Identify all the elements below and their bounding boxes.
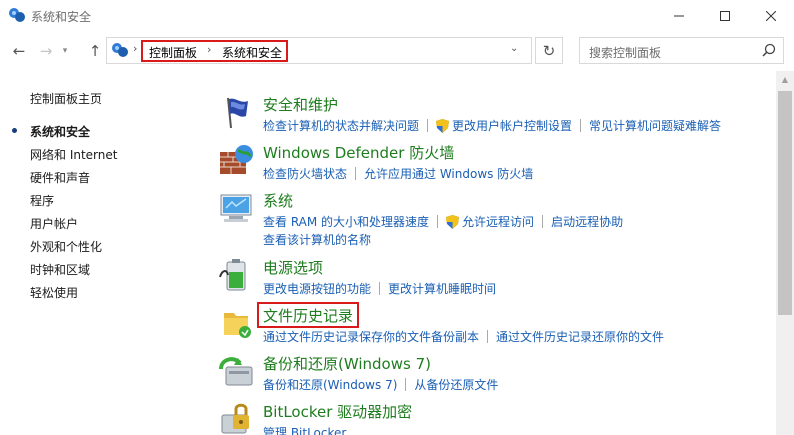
address-dropdown-icon[interactable]: ⌄ [510,43,518,54]
task-link[interactable]: 更改计算机睡眠时间 [388,280,496,297]
control-panel-icon [9,8,25,22]
refresh-button[interactable]: ↻ [535,37,563,64]
category-title[interactable]: 备份和还原(Windows 7) [263,353,431,374]
back-button[interactable]: ← [8,41,30,61]
task-link[interactable]: 备份和还原(Windows 7) [263,376,397,393]
search-placeholder: 搜索控制面板 [589,46,662,60]
category-title[interactable]: 文件历史记录 [263,305,353,326]
category-title[interactable]: 系统 [263,190,293,211]
category-title[interactable]: 电源选项 [263,257,323,278]
task-link[interactable]: 从备份还原文件 [414,376,498,393]
battery-icon [219,259,246,291]
arrow-left-icon: ← [12,42,26,60]
category-links: 备份和还原(Windows 7) 从备份还原文件 [263,376,498,393]
category-title[interactable]: Windows Defender 防火墙 [263,142,454,163]
firewall-icon [220,145,253,174]
task-link[interactable]: 查看该计算机的名称 [263,233,371,247]
divider [427,119,429,132]
breadcrumb-control-panel[interactable]: 控制面板 [149,44,197,61]
divider [580,119,582,132]
sidebar: 控制面板主页 系统和安全 网络和 Internet 硬件和声音 程序 用户帐户 … [0,71,210,435]
close-button[interactable] [748,0,794,31]
file-history-icon [224,313,251,338]
category-title[interactable]: 安全和维护 [263,94,338,115]
chevron-right-icon[interactable]: › [133,42,137,55]
task-link[interactable]: 常见计算机问题疑难解答 [589,117,721,134]
chevron-right-icon[interactable]: › [207,43,211,56]
sidebar-item-network[interactable]: 网络和 Internet [30,146,117,163]
category-links: 管理 BitLocker [263,424,346,435]
computer-icon [220,194,252,222]
task-link[interactable]: 允许应用通过 Windows 防火墙 [364,165,533,182]
breadcrumb-system-security[interactable]: 系统和安全 [222,44,282,61]
navigation-bar: ← → ▾ ↑ › 控制面板 › 系统和安全 ⌄ ↻ 搜索控制面板 [0,31,794,71]
category-links: 检查防火墙状态 允许应用通过 Windows 防火墙 [263,165,533,182]
divider [405,378,407,391]
sidebar-item-appearance[interactable]: 外观和个性化 [30,238,102,255]
scrollbar-thumb[interactable] [778,91,792,315]
close-icon [766,10,776,21]
divider [437,215,439,228]
sidebar-home-link[interactable]: 控制面板主页 [30,90,102,107]
chevron-down-icon: ▾ [62,46,68,56]
uac-shield-icon [446,214,460,229]
category-links: 查看 RAM 的大小和处理器速度 允许远程访问 启动远程协助 [263,213,623,230]
arrow-up-icon: ↑ [88,42,102,60]
task-link[interactable]: 更改用户帐户控制设置 [452,117,572,134]
refresh-icon: ↻ [542,41,556,60]
divider [355,167,357,180]
title-bar: 系统和安全 [0,0,794,31]
category-links: 通过文件历史记录保存你的文件备份副本 通过文件历史记录还原你的文件 [263,328,664,345]
task-link[interactable]: 检查计算机的状态并解决问题 [263,117,419,134]
task-link[interactable]: 查看 RAM 的大小和处理器速度 [263,213,429,230]
maximize-button[interactable] [702,0,748,31]
search-icon[interactable] [762,43,776,57]
sidebar-item-system-security[interactable]: 系统和安全 [30,123,90,140]
task-link[interactable]: 启动远程协助 [551,213,623,230]
sidebar-item-user-accounts[interactable]: 用户帐户 [30,215,78,232]
main-content: 安全和维护 检查计算机的状态并解决问题 更改用户帐户控制设置 常见计算机问题疑难… [210,71,776,435]
sidebar-item-ease-of-access[interactable]: 轻松使用 [30,284,78,301]
search-input[interactable]: 搜索控制面板 [579,37,784,64]
task-link[interactable]: 允许远程访问 [462,213,534,230]
address-bar[interactable]: › 控制面板 › 系统和安全 ⌄ [106,37,532,64]
divider [542,215,544,228]
sidebar-item-clock-region[interactable]: 时钟和区域 [30,261,90,278]
minimize-button[interactable] [656,0,702,31]
uac-shield-icon [436,118,450,133]
forward-button[interactable]: → [35,41,57,61]
task-link[interactable]: 管理 BitLocker [263,424,346,435]
current-item-bullet [12,128,17,133]
task-link[interactable]: 检查防火墙状态 [263,165,347,182]
control-panel-icon [112,43,128,57]
sidebar-item-hardware-sound[interactable]: 硬件和声音 [30,169,90,186]
category-links-row2: 查看该计算机的名称 [263,231,371,248]
category-links: 检查计算机的状态并解决问题 更改用户帐户控制设置 常见计算机问题疑难解答 [263,117,721,134]
vertical-scrollbar[interactable]: ▲ [776,71,794,435]
sidebar-item-programs[interactable]: 程序 [30,192,54,209]
window-title: 系统和安全 [31,10,92,24]
arrow-right-icon: → [39,42,53,60]
maximize-icon [720,10,730,21]
flag-icon [227,97,248,129]
backup-icon [219,357,253,386]
scroll-up-arrow-icon[interactable]: ▲ [776,71,794,88]
bitlocker-icon [221,403,249,434]
up-button[interactable]: ↑ [84,41,106,61]
recent-locations-button[interactable]: ▾ [58,41,72,61]
category-links: 更改电源按钮的功能 更改计算机睡眠时间 [263,280,496,297]
category-title[interactable]: BitLocker 驱动器加密 [263,401,412,422]
minimize-icon [674,15,684,16]
divider [487,330,489,343]
task-link[interactable]: 更改电源按钮的功能 [263,280,371,297]
divider [379,282,381,295]
task-link[interactable]: 通过文件历史记录还原你的文件 [496,328,664,345]
task-link[interactable]: 通过文件历史记录保存你的文件备份副本 [263,328,479,345]
